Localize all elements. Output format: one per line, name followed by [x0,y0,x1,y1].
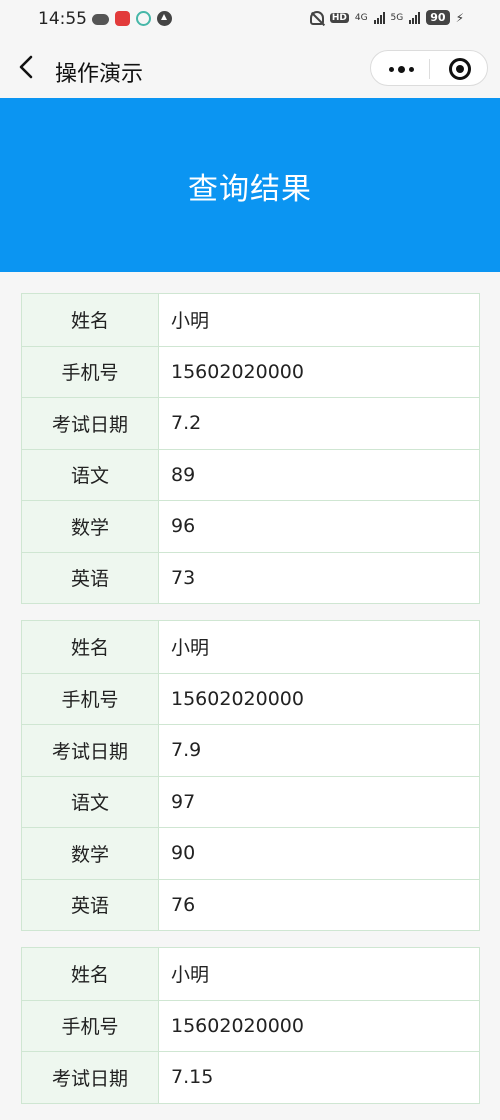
result-record: 姓名 小明 手机号 15602020000 考试日期 7.15 [21,947,480,1104]
upload-icon [157,11,172,26]
table-row: 姓名 小明 [22,294,479,346]
dot-icon [408,66,414,72]
mini-program-capsule [370,50,488,86]
table-row: 数学 96 [22,500,479,552]
field-value: 7.2 [159,398,479,449]
field-label: 语文 [22,449,159,500]
field-value: 15602020000 [159,346,479,397]
table-row: 语文 97 [22,775,479,827]
field-value: 89 [159,449,479,500]
page-title: 操作演示 [55,62,144,87]
field-label: 数学 [22,501,159,552]
field-value: 7.9 [159,725,479,776]
dot-icon [397,65,405,73]
field-value: 73 [159,552,479,603]
table-row: 语文 89 [22,448,479,500]
table-row: 姓名 小明 [22,621,479,673]
charging-icon: ⚡ [455,10,464,25]
field-label: 考试日期 [22,725,159,776]
capsule-divider [429,59,430,79]
chat-icon [136,11,151,26]
field-value: 小明 [159,294,479,346]
field-label: 数学 [22,828,159,879]
dot-icon [388,66,394,72]
field-label: 手机号 [22,1000,159,1051]
field-value: 小明 [159,621,479,673]
field-value: 90 [159,828,479,879]
field-label: 英语 [22,879,159,930]
app-notification-icon [115,11,130,26]
back-button[interactable] [14,54,40,80]
field-label: 语文 [22,776,159,827]
field-label: 英语 [22,552,159,603]
field-value: 7.15 [159,1052,479,1103]
network-5g-label: 5G [390,12,404,23]
table-row: 手机号 15602020000 [22,345,479,397]
field-value: 76 [159,879,479,930]
field-label: 考试日期 [22,398,159,449]
field-label: 姓名 [22,948,159,1000]
header-banner: 查询结果 [0,98,500,272]
table-row: 考试日期 7.15 [22,1051,479,1103]
signal-icon [373,11,385,24]
table-row: 手机号 15602020000 [22,672,479,724]
mute-icon [309,10,324,25]
field-value: 15602020000 [159,1000,479,1051]
cloud-icon [92,14,109,25]
network-4g-label: 4G [354,12,368,23]
table-row: 英语 76 [22,878,479,930]
field-label: 手机号 [22,673,159,724]
result-record: 姓名 小明 手机号 15602020000 考试日期 7.2 语文 89 数学 … [21,293,480,604]
results-list: 姓名 小明 手机号 15602020000 考试日期 7.2 语文 89 数学 … [21,293,480,1120]
status-time: 14:55 [38,9,87,29]
field-value: 15602020000 [159,673,479,724]
battery-level: 90 [426,10,450,25]
field-value: 小明 [159,948,479,1000]
status-bar: 14:55 HD 4G 5G 90 ⚡ [0,0,500,38]
more-button[interactable] [379,56,423,82]
result-record: 姓名 小明 手机号 15602020000 考试日期 7.9 语文 97 数学 … [21,620,480,931]
table-row: 数学 90 [22,827,479,879]
table-row: 英语 73 [22,551,479,603]
hd-badge: HD [329,12,349,23]
field-label: 考试日期 [22,1052,159,1103]
close-mini-program-button[interactable] [449,58,471,80]
field-label: 姓名 [22,294,159,346]
table-row: 姓名 小明 [22,948,479,1000]
system-status: HD 4G 5G 90 ⚡ [309,10,464,25]
table-row: 考试日期 7.2 [22,397,479,449]
table-row: 手机号 15602020000 [22,999,479,1051]
chevron-left-icon [19,55,33,79]
table-row: 考试日期 7.9 [22,724,479,776]
field-value: 96 [159,501,479,552]
field-value: 97 [159,776,479,827]
nav-bar: 操作演示 [0,38,500,98]
signal-icon [409,11,421,24]
field-label: 手机号 [22,346,159,397]
notification-icons [92,11,172,26]
field-label: 姓名 [22,621,159,673]
banner-title: 查询结果 [188,172,312,207]
